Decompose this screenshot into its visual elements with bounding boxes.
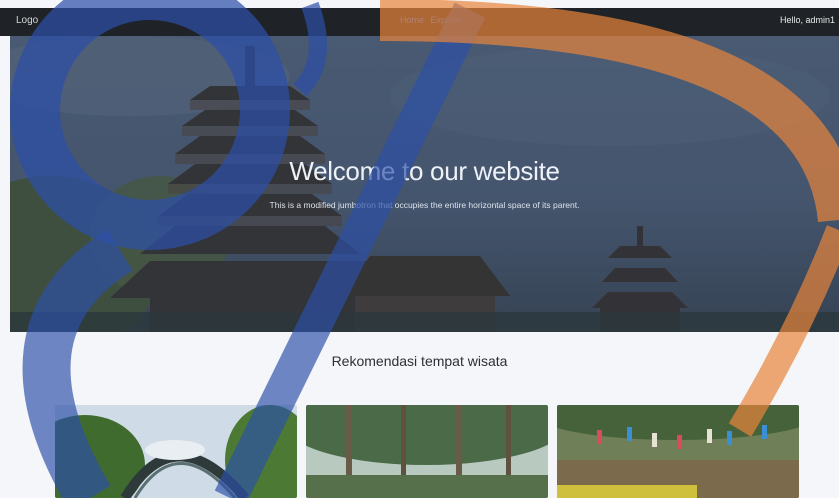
nav-logo[interactable]: Logo (16, 15, 38, 26)
card-outdoor-activity[interactable] (557, 405, 799, 498)
park-arch-photo (55, 405, 297, 498)
card-park-arch[interactable] (55, 405, 297, 498)
card-pine-forest[interactable] (306, 405, 548, 498)
hero-title: Welcome to our website (289, 156, 560, 186)
nav-link-home[interactable]: Home (400, 15, 424, 25)
navbar: Logo Home Explore Hello, admin1 (0, 8, 839, 36)
user-greeting[interactable]: Hello, admin1 (780, 15, 835, 25)
nav-links: Home Explore (400, 15, 465, 25)
section-title: Rekomendasi tempat wisata (331, 353, 508, 369)
pine-forest-photo (306, 405, 548, 498)
page: Logo Home Explore Hello, admin1 Welcome … (0, 0, 839, 498)
hero-jumbotron: Welcome to our website This is a modifie… (10, 36, 839, 332)
nav-link-explore[interactable]: Explore (431, 15, 462, 25)
outdoor-activity-photo (557, 405, 799, 498)
hero-subtitle: This is a modified jumbotron that occupi… (269, 200, 580, 210)
